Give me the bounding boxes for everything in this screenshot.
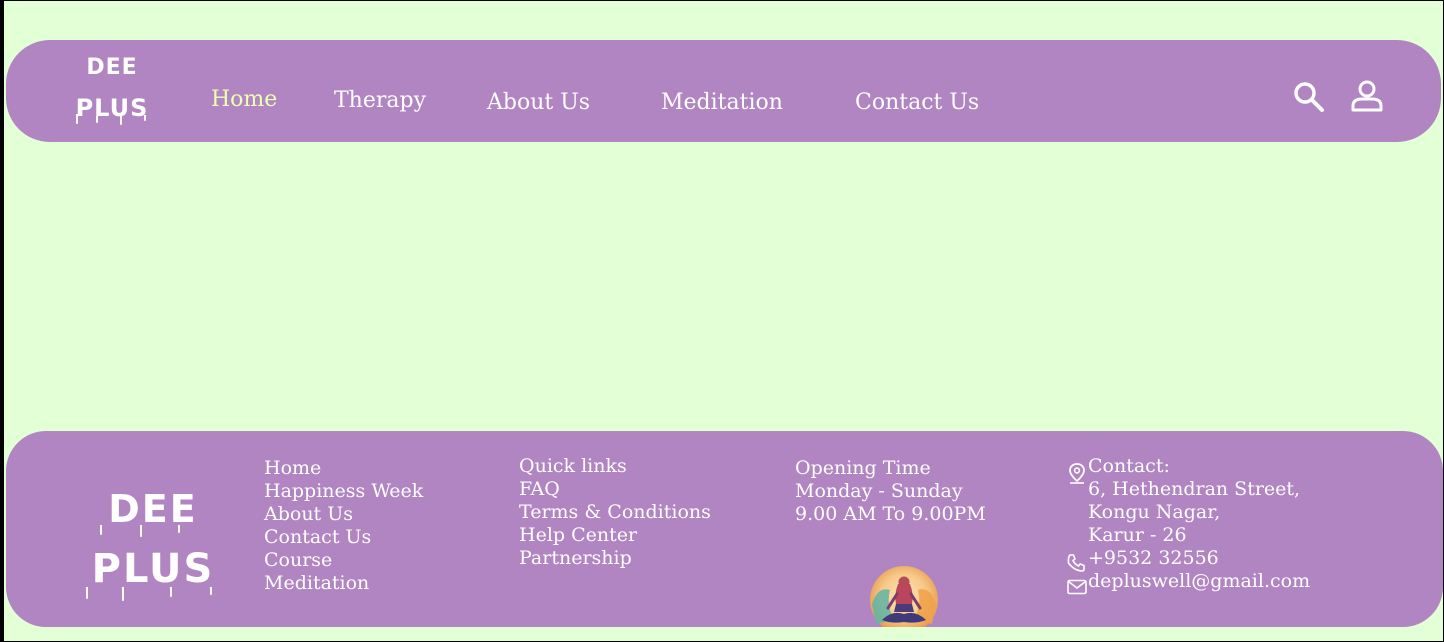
logo-drip (100, 525, 102, 535)
brand-logo-line2: PLUS (75, 94, 149, 122)
logo-drip (210, 587, 212, 595)
footer-link-terms[interactable]: Terms & Conditions (519, 501, 711, 524)
site-footer: DEE PLUS Home Happiness Week About Us Co… (6, 431, 1443, 627)
footer-main-links: Home Happiness Week About Us Contact Us … (264, 457, 423, 595)
footer-link-help-center[interactable]: Help Center (519, 524, 711, 547)
top-navbar: DEE PLUS Home Therapy About Us Meditatio… (6, 40, 1441, 142)
footer-link-course[interactable]: Course (264, 549, 423, 572)
opening-days: Monday - Sunday (795, 480, 963, 502)
footer-brand-logo[interactable]: DEE PLUS (78, 487, 228, 601)
brand-logo[interactable]: DEE PLUS (68, 54, 156, 125)
footer-logo-line2: PLUS (91, 546, 215, 592)
logo-drip (178, 525, 180, 533)
footer-quick-links: Quick links FAQ Terms & Conditions Help … (519, 455, 711, 570)
logo-drip (144, 115, 146, 121)
footer-link-partnership[interactable]: Partnership (519, 547, 711, 570)
footer-link-meditation[interactable]: Meditation (264, 572, 423, 595)
footer-logo-line1: DEE (108, 487, 198, 531)
contact-address: Contact: 6, Hethendran Street, Kongu Nag… (1088, 455, 1300, 547)
contact-phone[interactable]: +9532 32556 (1088, 547, 1219, 570)
address-line-3: Karur - 26 (1088, 524, 1187, 546)
search-icon[interactable] (1292, 80, 1326, 118)
nav-home[interactable]: Home (211, 87, 277, 112)
contact-email[interactable]: depluswell@gmail.com (1088, 570, 1310, 593)
address-line-1: 6, Hethendran Street, (1088, 478, 1301, 500)
logo-drip (86, 587, 88, 599)
phone-icon (1066, 553, 1086, 577)
nav-contact-us[interactable]: Contact Us (855, 90, 979, 115)
footer-link-contact-us[interactable]: Contact Us (264, 526, 423, 549)
nav-about-us[interactable]: About Us (487, 90, 590, 115)
meditation-emblem (868, 564, 940, 627)
quick-links-heading: Quick links (519, 455, 627, 477)
opening-hours: 9.00 AM To 9.00PM (795, 503, 986, 525)
footer-link-faq[interactable]: FAQ (519, 478, 711, 501)
logo-drip (170, 587, 172, 597)
logo-drip (120, 114, 122, 125)
brand-logo-line1: DEE (86, 55, 138, 80)
contact-heading: Contact: (1088, 455, 1170, 477)
footer-link-happiness-week[interactable]: Happiness Week (264, 480, 423, 503)
logo-drip (122, 587, 124, 601)
nav-therapy[interactable]: Therapy (334, 88, 426, 113)
opening-time: Opening Time Monday - Sunday 9.00 AM To … (795, 457, 986, 526)
footer-link-about-us[interactable]: About Us (264, 503, 423, 526)
footer-link-home[interactable]: Home (264, 457, 423, 480)
location-pin-icon (1068, 462, 1086, 488)
page-left-edge (0, 0, 4, 642)
user-icon[interactable] (1350, 79, 1384, 117)
logo-drip (76, 114, 78, 124)
mail-icon (1067, 579, 1087, 599)
nav-meditation[interactable]: Meditation (661, 90, 783, 115)
page-top-edge (0, 0, 1444, 1)
logo-drip (96, 116, 98, 123)
opening-time-heading: Opening Time (795, 457, 931, 479)
address-line-2: Kongu Nagar, (1088, 501, 1221, 523)
logo-drip (140, 525, 142, 537)
